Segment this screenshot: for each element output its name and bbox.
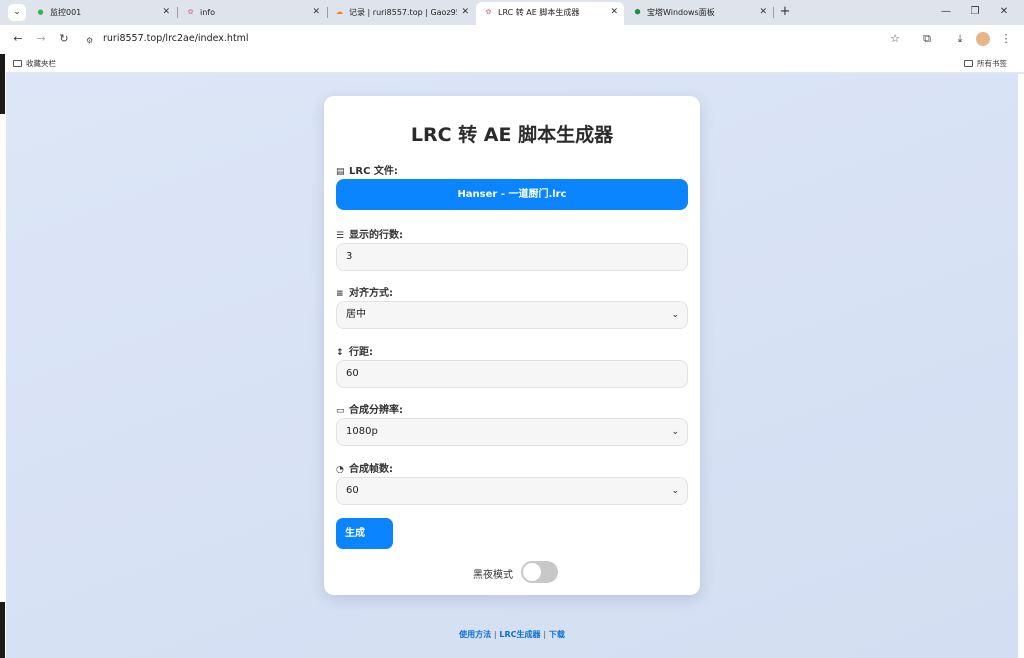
tab-title: LRC 转 AE 脚本生成器 bbox=[498, 8, 580, 17]
pink-logo-icon: ✿ bbox=[485, 8, 492, 16]
tab-2[interactable]: ✿ info ✕ bbox=[178, 2, 326, 25]
list-icon: ☰ bbox=[336, 231, 345, 241]
generate-button[interactable]: 生成 bbox=[336, 518, 393, 549]
site-info-icon[interactable]: ⚙ bbox=[86, 36, 96, 46]
green-dot-icon: ● bbox=[37, 8, 44, 16]
close-icon[interactable]: ✕ bbox=[759, 2, 767, 23]
minimize-icon[interactable]: — bbox=[938, 3, 954, 21]
align-label: ≡ 对齐方式: bbox=[336, 288, 393, 299]
close-icon[interactable]: ✕ bbox=[162, 2, 170, 23]
download-icon[interactable]: ⤓ bbox=[951, 30, 969, 48]
close-icon[interactable]: ✕ bbox=[610, 2, 618, 23]
toggle-knob bbox=[523, 563, 541, 581]
align-center-icon: ≡ bbox=[336, 289, 344, 299]
usage-link[interactable]: 使用方法 bbox=[459, 630, 491, 639]
file-icon: ▤ bbox=[336, 167, 345, 177]
reload-icon[interactable]: ↻ bbox=[55, 30, 73, 48]
chevron-down-icon: ⌄ bbox=[671, 427, 679, 437]
tab-3[interactable]: ☁ 记录 | ruri8557.top | Gaoz955 ✕ bbox=[327, 2, 475, 25]
tab-title: 记录 | ruri8557.top | Gaoz955 bbox=[349, 8, 457, 17]
restore-icon[interactable]: ❐ bbox=[967, 3, 983, 21]
window-close-icon[interactable]: ✕ bbox=[996, 3, 1012, 21]
shield-icon: ⬢ bbox=[634, 8, 641, 16]
star-icon[interactable]: ☆ bbox=[886, 30, 904, 48]
resolution-select[interactable]: 1080p ⌄ bbox=[336, 418, 688, 446]
page-title: LRC 转 AE 脚本生成器 bbox=[410, 124, 614, 146]
folder-icon bbox=[13, 60, 22, 67]
all-bookmarks[interactable]: 所有书签 bbox=[964, 57, 1007, 70]
tab-1[interactable]: ● 监控001 ✕ bbox=[28, 2, 176, 25]
vertical-arrows-icon: ↕ bbox=[336, 348, 344, 358]
generator-card: LRC 转 AE 脚本生成器 ▤ LRC 文件: Hanser - 一道厨门.lr… bbox=[324, 96, 700, 595]
tab-4-active[interactable]: ✿ LRC 转 AE 脚本生成器 ✕ bbox=[476, 2, 624, 25]
resolution-select-value: 1080p bbox=[346, 426, 378, 437]
new-tab-button[interactable]: + bbox=[778, 3, 792, 21]
download-link[interactable]: 下载 bbox=[549, 630, 565, 639]
close-icon[interactable]: ✕ bbox=[312, 2, 320, 23]
url-text: ruri8557.top/lrc2ae/index.html bbox=[103, 33, 249, 44]
lrc-file-label: ▤ LRC 文件: bbox=[336, 166, 398, 177]
resolution-label: ▭ 合成分辨率: bbox=[336, 405, 403, 416]
lrc-file-button[interactable]: Hanser - 一道厨门.lrc bbox=[336, 179, 688, 210]
dark-mode-toggle[interactable] bbox=[521, 561, 558, 583]
page-content: LRC 转 AE 脚本生成器 ▤ LRC 文件: Hanser - 一道厨门.lr… bbox=[6, 74, 1018, 658]
forward-arrow-icon[interactable]: → bbox=[32, 30, 50, 48]
pink-logo-icon: ✿ bbox=[187, 8, 194, 16]
tab-bar: ⌄ ● 监控001 ✕ ✿ info ✕ ☁ 记录 | ruri8557.top… bbox=[0, 0, 1024, 25]
lines-input[interactable]: 3 bbox=[336, 243, 688, 271]
folder-icon bbox=[964, 60, 973, 67]
spacing-input[interactable]: 60 bbox=[336, 360, 688, 388]
browser-toolbar: ← → ↻ ⚙ ruri8557.top/lrc2ae/index.html ☆… bbox=[0, 25, 1024, 54]
lrc-generator-link[interactable]: LRC生成器 bbox=[499, 630, 540, 639]
align-select[interactable]: 居中 ⌄ bbox=[336, 301, 688, 329]
back-arrow-icon[interactable]: ← bbox=[9, 30, 27, 48]
monitor-icon: ▭ bbox=[336, 406, 345, 416]
tab-5[interactable]: ⬢ 宝塔Windows面板 ✕ bbox=[625, 2, 773, 25]
footer-links: 使用方法 | LRC生成器 | 下载 bbox=[459, 630, 565, 639]
tab-title: info bbox=[200, 8, 216, 17]
fps-select[interactable]: 60 ⌄ bbox=[336, 477, 688, 505]
profile-avatar[interactable] bbox=[976, 32, 990, 46]
fps-label: ◔ 合成帧数: bbox=[336, 464, 393, 475]
address-bar[interactable]: ⚙ ruri8557.top/lrc2ae/index.html bbox=[82, 28, 908, 50]
tab-search-button[interactable]: ⌄ bbox=[8, 4, 26, 21]
extensions-icon[interactable]: ⧉ bbox=[918, 30, 936, 48]
fps-select-value: 60 bbox=[346, 485, 359, 496]
bookmarks-folder-label: 收藏夹栏 bbox=[26, 59, 56, 68]
bookmarks-folder[interactable]: 收藏夹栏 bbox=[13, 57, 56, 70]
chevron-down-icon: ⌄ bbox=[671, 486, 679, 496]
right-window-edge bbox=[1018, 74, 1024, 658]
all-bookmarks-label: 所有书签 bbox=[977, 59, 1007, 68]
bookmarks-bar: 收藏夹栏 所有书签 bbox=[0, 54, 1024, 73]
chevron-down-icon: ⌄ bbox=[671, 310, 679, 320]
spacing-label: ↕ 行距: bbox=[336, 347, 373, 358]
tab-title: 监控001 bbox=[50, 8, 82, 17]
close-icon[interactable]: ✕ bbox=[461, 2, 469, 23]
tab-title: 宝塔Windows面板 bbox=[647, 8, 715, 17]
more-menu-icon[interactable]: ⋮ bbox=[997, 30, 1015, 48]
cloud-icon: ☁ bbox=[336, 8, 343, 16]
dark-mode-label: 黑夜模式 bbox=[473, 570, 513, 581]
lines-label: ☰ 显示的行数: bbox=[336, 230, 403, 241]
align-select-value: 居中 bbox=[346, 309, 366, 320]
gauge-icon: ◔ bbox=[336, 465, 344, 475]
